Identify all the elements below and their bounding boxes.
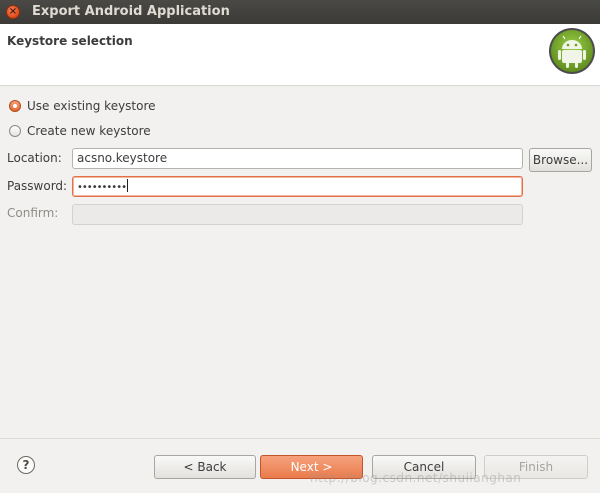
password-value: •••••••••• bbox=[77, 182, 127, 193]
location-input[interactable]: acsno.keystore bbox=[72, 148, 523, 169]
window-title: Export Android Application bbox=[32, 4, 230, 19]
password-label: Password: bbox=[7, 179, 68, 193]
help-icon[interactable]: ? bbox=[17, 456, 35, 474]
browse-button[interactable]: Browse... bbox=[529, 148, 592, 172]
page-title: Keystore selection bbox=[7, 34, 133, 48]
use-existing-label: Use existing keystore bbox=[27, 99, 156, 113]
wizard-header: Keystore selection bbox=[0, 24, 600, 86]
android-logo-icon bbox=[549, 28, 595, 74]
back-button[interactable]: < Back bbox=[154, 455, 256, 479]
password-input[interactable]: •••••••••• bbox=[72, 176, 523, 197]
watermark: http://blog.csdn.net/shuiianghan bbox=[310, 471, 522, 485]
use-existing-radio[interactable] bbox=[9, 100, 21, 112]
use-existing-keystore-option[interactable]: Use existing keystore bbox=[9, 98, 156, 114]
confirm-label: Confirm: bbox=[7, 206, 59, 220]
create-new-radio[interactable] bbox=[9, 125, 21, 137]
title-bar: × Export Android Application bbox=[0, 0, 600, 24]
location-value: acsno.keystore bbox=[77, 151, 168, 165]
create-new-keystore-option[interactable]: Create new keystore bbox=[9, 123, 151, 139]
text-caret bbox=[126, 179, 128, 192]
footer-divider bbox=[0, 438, 600, 439]
close-window-button[interactable]: × bbox=[6, 5, 20, 19]
location-label: Location: bbox=[7, 151, 62, 165]
create-new-label: Create new keystore bbox=[27, 124, 151, 138]
confirm-input[interactable] bbox=[72, 204, 523, 225]
